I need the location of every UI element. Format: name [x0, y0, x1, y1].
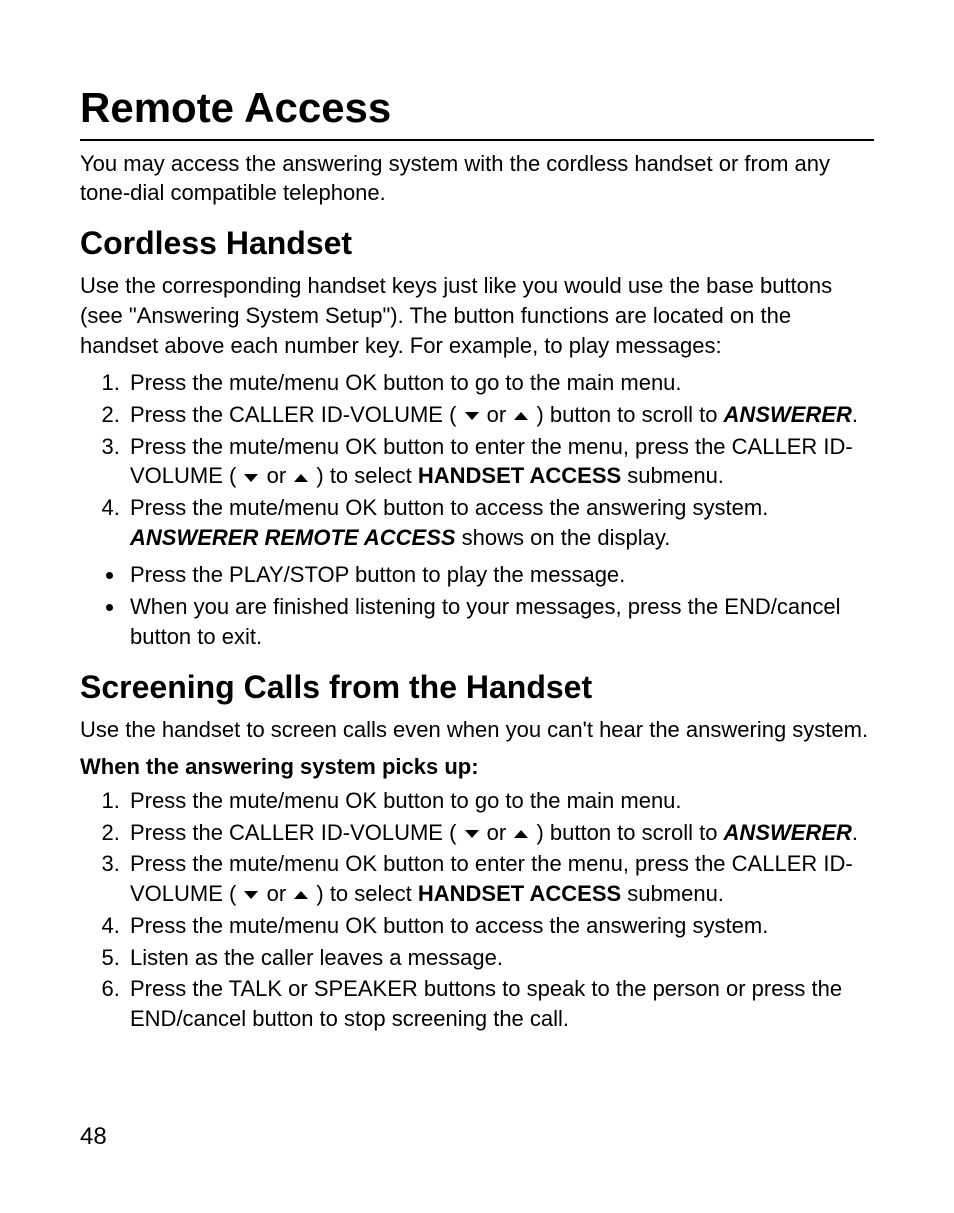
text: Press the CALLER ID-VOLUME ( — [130, 820, 463, 845]
text: or — [260, 463, 292, 488]
list-item: Press the mute/menu OK button to go to t… — [126, 368, 874, 398]
section-cordless-handset: Cordless Handset — [80, 222, 874, 265]
text: submenu. — [621, 881, 724, 906]
list-item: Press the TALK or SPEAKER buttons to spe… — [126, 974, 874, 1033]
intro-paragraph: You may access the answering system with… — [80, 149, 874, 208]
answerer-label: ANSWERER — [724, 820, 852, 845]
list-item: Press the mute/menu OK button to access … — [126, 493, 874, 552]
triangle-up-icon — [514, 830, 528, 838]
text: ) to select — [310, 463, 418, 488]
text: submenu. — [621, 463, 724, 488]
text: ) button to scroll to — [530, 402, 723, 427]
text: Press the CALLER ID-VOLUME ( — [130, 402, 463, 427]
triangle-down-icon — [244, 474, 258, 482]
list-item: Press the mute/menu OK button to enter t… — [126, 849, 874, 908]
page-number: 48 — [80, 1121, 107, 1153]
list-item: Listen as the caller leaves a message. — [126, 943, 874, 973]
answerer-label: ANSWERER — [724, 402, 852, 427]
cordless-steps-list: Press the mute/menu OK button to go to t… — [80, 368, 874, 552]
text: or — [260, 881, 292, 906]
text: . — [852, 820, 858, 845]
text: Press the mute/menu OK button to access … — [130, 495, 768, 520]
section-screening-calls: Screening Calls from the Handset — [80, 666, 874, 709]
list-item: Press the mute/menu OK button to access … — [126, 911, 874, 941]
list-item: Press the PLAY/STOP button to play the m… — [126, 560, 874, 590]
screening-steps-list: Press the mute/menu OK button to go to t… — [80, 786, 874, 1034]
triangle-up-icon — [294, 474, 308, 482]
text: ) to select — [310, 881, 418, 906]
text: or — [481, 820, 513, 845]
text: ) button to scroll to — [530, 820, 723, 845]
list-item: Press the CALLER ID-VOLUME ( or ) button… — [126, 818, 874, 848]
triangle-up-icon — [294, 891, 308, 899]
triangle-down-icon — [465, 412, 479, 420]
triangle-up-icon — [514, 412, 528, 420]
subheading-when-picks-up: When the answering system picks up: — [80, 752, 874, 782]
list-item: Press the mute/menu OK button to go to t… — [126, 786, 874, 816]
triangle-down-icon — [465, 830, 479, 838]
list-item: Press the CALLER ID-VOLUME ( or ) button… — [126, 400, 874, 430]
cordless-bullets: Press the PLAY/STOP button to play the m… — [80, 560, 874, 651]
list-item: Press the mute/menu OK button to enter t… — [126, 432, 874, 491]
text: shows on the display. — [456, 525, 671, 550]
text: or — [481, 402, 513, 427]
list-item: When you are finished listening to your … — [126, 592, 874, 651]
handset-access-label: HANDSET ACCESS — [418, 463, 621, 488]
page-title: Remote Access — [80, 80, 874, 141]
cordless-description: Use the corresponding handset keys just … — [80, 271, 874, 360]
handset-access-label: HANDSET ACCESS — [418, 881, 621, 906]
triangle-down-icon — [244, 891, 258, 899]
answerer-remote-access-label: ANSWERER REMOTE ACCESS — [130, 525, 456, 550]
screening-description: Use the handset to screen calls even whe… — [80, 715, 874, 745]
text: . — [852, 402, 858, 427]
